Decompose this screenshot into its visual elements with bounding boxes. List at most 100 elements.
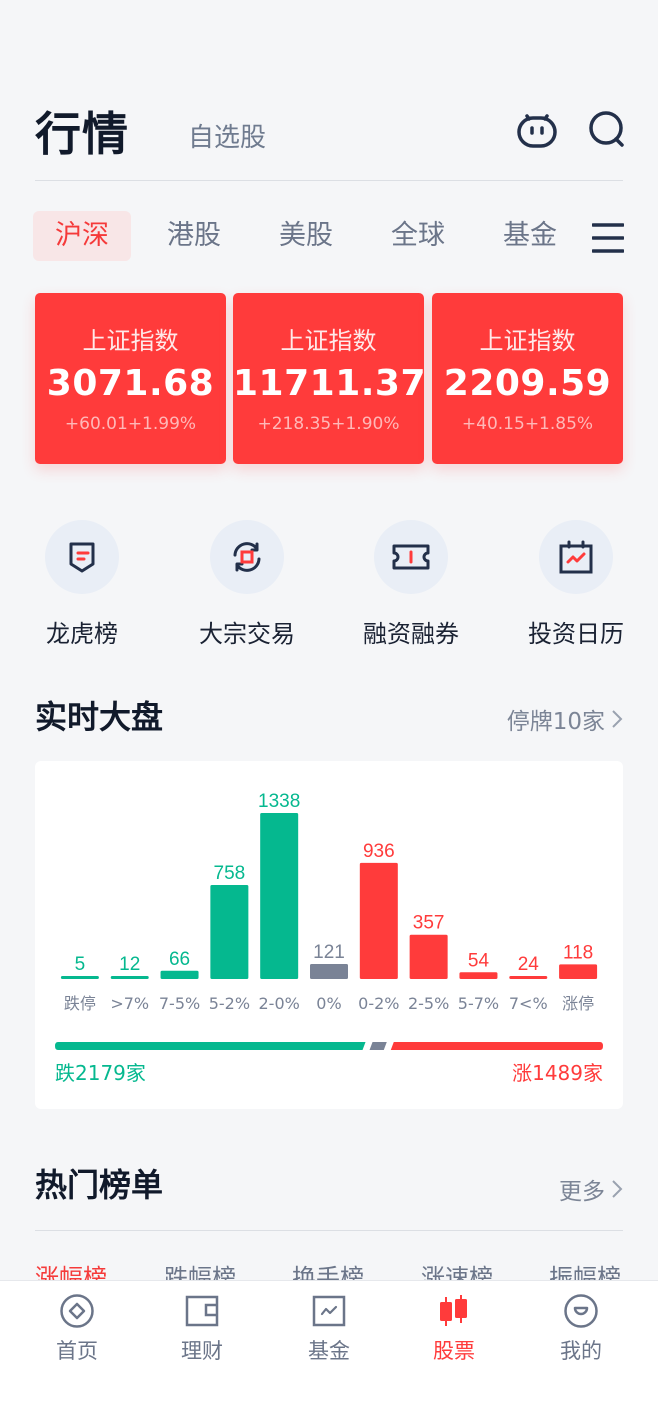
shield-list-icon: [69, 542, 95, 573]
index-value: 2209.59: [443, 363, 612, 404]
market-distribution-card: 5 跌停 12 >7% 66 7-5% 758 5-2% 1338 2-0% 121 0% 936 0-2…: [35, 761, 623, 1109]
suspended-link-label: 停牌10家: [506, 709, 605, 735]
bottom-nav: 首页 理财 基金 股票 我的: [0, 1280, 658, 1425]
tab-funds[interactable]: 基金: [481, 211, 579, 261]
market-overview-title: 实时大盘: [35, 698, 164, 736]
bar-value-label: 758: [214, 863, 246, 884]
nav-home[interactable]: 首页: [27, 1293, 127, 1365]
bar-value-label: 118: [563, 942, 593, 963]
shortcut-icon-bg: [210, 520, 284, 594]
menu-icon[interactable]: [592, 222, 624, 254]
bar-value-label: 357: [413, 913, 445, 934]
category-label: 2-0%: [259, 994, 300, 1013]
index-value: 3071.68: [46, 363, 215, 404]
shortcut-grid: 龙虎榜 大宗交易 融资融券 投资日历: [0, 520, 658, 650]
chevron-right-icon: [612, 1180, 623, 1198]
category-label: 7-5%: [159, 994, 200, 1013]
home-icon: [60, 1294, 94, 1328]
tab-global[interactable]: 全球: [369, 211, 467, 261]
nav-label: 基金: [308, 1339, 350, 1363]
page-title: 行情: [35, 107, 129, 161]
shortcut-dragon-tiger-list[interactable]: 龙虎榜: [12, 520, 152, 649]
shortcut-margin-trading[interactable]: 融资融券: [341, 520, 481, 649]
up-down-ratio-bar: [55, 1042, 603, 1050]
index-name: 上证指数: [280, 327, 377, 355]
tab-hk-stocks[interactable]: 港股: [145, 211, 243, 261]
more-link[interactable]: 更多: [559, 1172, 623, 1206]
shortcut-icon-bg: [539, 520, 613, 594]
nav-stocks[interactable]: 股票: [404, 1293, 504, 1365]
bar-value-label: 1338: [258, 791, 300, 812]
shortcut-label: 龙虎榜: [46, 620, 118, 648]
index-change: +40.15+1.85%: [461, 414, 594, 434]
nav-label: 首页: [56, 1339, 98, 1363]
category-label: 跌停: [64, 994, 96, 1013]
bar-value-label: 24: [518, 954, 540, 975]
bar-5: [310, 963, 348, 979]
category-label: 5-2%: [209, 994, 250, 1013]
wallet-icon: [185, 1295, 219, 1327]
index-card[interactable]: 上证指数 3071.68 +60.01+1.99%: [35, 293, 226, 464]
nav-label: 理财: [181, 1339, 223, 1363]
search-icon[interactable]: [586, 108, 628, 150]
ticket-icon: [392, 544, 430, 570]
exchange-icon: [233, 542, 261, 572]
header-divider: [35, 180, 623, 181]
category-label: 7<%: [509, 994, 548, 1013]
nav-label: 我的: [560, 1339, 602, 1363]
up-ratio-segment: [390, 1042, 603, 1050]
shortcut-icon-bg: [45, 520, 119, 594]
shortcut-investment-calendar[interactable]: 投资日历: [506, 520, 646, 649]
nav-profile[interactable]: 我的: [531, 1293, 631, 1365]
bar-10: [559, 964, 598, 979]
bar-value-label: 54: [468, 950, 490, 971]
index-name: 上证指数: [479, 327, 576, 355]
bar-6: [359, 862, 398, 979]
shortcut-icon-bg: [374, 520, 448, 594]
shortcut-label: 投资日历: [528, 620, 624, 648]
bar-1: [110, 976, 149, 979]
bar-value-label: 12: [119, 954, 140, 975]
index-card[interactable]: 上证指数 11711.37 +218.35+1.90%: [233, 293, 427, 464]
hot-lists-divider: [35, 1230, 623, 1231]
bar-value-label: 5: [75, 954, 86, 975]
index-name: 上证指数: [82, 327, 179, 355]
index-card[interactable]: 上证指数 2209.59 +40.15+1.85%: [432, 293, 623, 464]
bar-value-label: 66: [169, 949, 190, 970]
category-label: 涨停: [562, 994, 594, 1013]
shortcut-label: 大宗交易: [199, 620, 295, 648]
robot-icon[interactable]: [516, 108, 558, 150]
down-ratio-segment: [55, 1042, 366, 1050]
bar-2: [160, 970, 199, 979]
bar-3: [210, 884, 249, 979]
index-change: +218.35+1.90%: [257, 414, 400, 434]
nav-funds[interactable]: 基金: [279, 1293, 379, 1365]
category-label: >7%: [110, 994, 149, 1013]
index-value: 11711.37: [233, 363, 427, 404]
nav-label: 股票: [433, 1339, 475, 1363]
watchlist-tab[interactable]: 自选股: [188, 117, 266, 154]
index-change: +60.01+1.99%: [64, 414, 197, 434]
category-label: 0-2%: [358, 994, 399, 1013]
bar-value-label: 936: [363, 841, 395, 862]
shortcut-label: 融资融券: [363, 620, 459, 648]
tab-hushen[interactable]: 沪深: [33, 211, 131, 261]
category-label: 2-5%: [408, 994, 449, 1013]
index-cards: 上证指数 3071.68 +60.01+1.99% 上证指数 11711.37 …: [35, 293, 623, 464]
bar-9: [509, 976, 548, 979]
bar-7: [409, 934, 448, 979]
suspended-link[interactable]: 停牌10家: [507, 702, 623, 736]
flat-ratio-segment: [369, 1042, 387, 1050]
tab-us-stocks[interactable]: 美股: [257, 211, 355, 261]
more-link-label: 更多: [559, 1179, 605, 1205]
fund-icon: [312, 1295, 346, 1327]
down-count-label: 跌2179家: [55, 1061, 146, 1085]
bar-8: [459, 972, 498, 979]
shortcut-block-trade[interactable]: 大宗交易: [177, 520, 317, 649]
hot-lists-title: 热门榜单: [35, 1166, 164, 1204]
category-label: 5-7%: [458, 994, 499, 1013]
profile-icon: [564, 1294, 598, 1328]
nav-wealth[interactable]: 理财: [152, 1293, 252, 1365]
category-label: 0%: [316, 994, 341, 1013]
market-tabs: 沪深 港股 美股 全球 基金: [33, 211, 625, 261]
